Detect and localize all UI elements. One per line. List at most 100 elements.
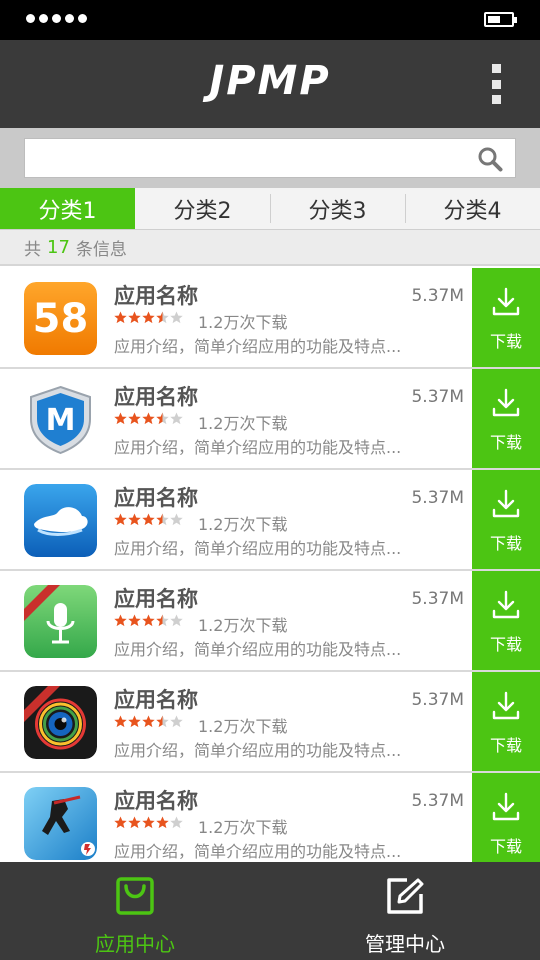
- download-count: 1.2万次下载: [198, 313, 288, 332]
- star-icon: [128, 614, 141, 627]
- star-icon: [114, 715, 127, 728]
- svg-text:58: 58: [33, 296, 89, 342]
- search-input[interactable]: [35, 139, 475, 177]
- nav-label: 应用中心: [95, 932, 175, 956]
- download-icon: [492, 388, 520, 417]
- list-item[interactable]: 应用名称 5.37M 1.2万次下载 应用介绍，简单介绍应用的功能及特点... …: [0, 773, 540, 874]
- star-icon: [142, 311, 155, 324]
- star-icon: [170, 715, 183, 728]
- app-description: 应用介绍，简单介绍应用的功能及特点...: [114, 337, 402, 356]
- app-size: 5.37M: [411, 589, 464, 609]
- download-icon: [492, 590, 520, 619]
- rating-stars: [114, 715, 183, 728]
- tab-category-2[interactable]: 分类2: [135, 188, 270, 229]
- list-item[interactable]: 应用名称 5.37M 1.2万次下载 应用介绍，简单介绍应用的功能及特点... …: [0, 571, 540, 672]
- download-label: 下载: [489, 433, 522, 452]
- app-description: 应用介绍，简单介绍应用的功能及特点...: [114, 640, 402, 659]
- star-icon: [142, 816, 155, 829]
- star-icon: [170, 412, 183, 425]
- download-button[interactable]: 下载: [472, 470, 540, 569]
- list-item[interactable]: M 应用名称 5.37M 1.2万次下载 应用介绍，简单介绍应用的功能及特点..…: [0, 369, 540, 470]
- nav-management-center[interactable]: 管理中心: [270, 862, 540, 960]
- star-icon: [156, 412, 169, 425]
- app-name: 应用名称: [114, 688, 198, 712]
- star-icon: [156, 311, 169, 324]
- app-microphone-icon: [24, 585, 97, 658]
- star-icon: [156, 816, 169, 829]
- download-button[interactable]: 下载: [472, 268, 540, 367]
- star-icon: [128, 311, 141, 324]
- app-description: 应用介绍，简单介绍应用的功能及特点...: [114, 539, 402, 558]
- app-size: 5.37M: [411, 690, 464, 710]
- download-button[interactable]: 下载: [472, 672, 540, 771]
- star-icon: [170, 614, 183, 627]
- app-header: JPMP: [0, 40, 540, 128]
- download-icon: [492, 287, 520, 316]
- download-icon: [492, 691, 520, 720]
- app-description: 应用介绍，简单介绍应用的功能及特点...: [114, 741, 402, 760]
- search-icon[interactable]: [477, 146, 503, 172]
- download-icon: [492, 792, 520, 821]
- app-size: 5.37M: [411, 286, 464, 306]
- star-icon: [142, 614, 155, 627]
- app-name: 应用名称: [114, 385, 198, 409]
- tab-category-3[interactable]: 分类3: [270, 188, 405, 229]
- nav-label: 管理中心: [365, 932, 445, 956]
- star-icon: [128, 715, 141, 728]
- app-shield-m-icon: M: [24, 383, 97, 456]
- star-icon: [170, 513, 183, 526]
- app-description: 应用介绍，简单介绍应用的功能及特点...: [114, 438, 402, 457]
- download-count: 1.2万次下载: [198, 818, 288, 837]
- tab-category-1[interactable]: 分类1: [0, 188, 135, 229]
- app-name: 应用名称: [114, 587, 198, 611]
- download-button[interactable]: 下载: [472, 571, 540, 670]
- star-icon: [128, 816, 141, 829]
- count-prefix: 共: [24, 239, 41, 260]
- rating-stars: [114, 816, 183, 829]
- app-size: 5.37M: [411, 488, 464, 508]
- tab-category-4[interactable]: 分类4: [405, 188, 540, 229]
- list-item[interactable]: 58 应用名称 5.37M 1.2万次下载 应用介绍，简单介绍应用的功能及特点.…: [0, 268, 540, 369]
- app-description: 应用介绍，简单介绍应用的功能及特点...: [114, 842, 402, 861]
- star-icon: [142, 412, 155, 425]
- app-list: 58 应用名称 5.37M 1.2万次下载 应用介绍，简单介绍应用的功能及特点.…: [0, 268, 540, 874]
- download-icon: [492, 489, 520, 518]
- rating-stars: [114, 513, 183, 526]
- signal-icon: [26, 14, 87, 23]
- list-item[interactable]: 应用名称 5.37M 1.2万次下载 应用介绍，简单介绍应用的功能及特点... …: [0, 470, 540, 571]
- download-count: 1.2万次下载: [198, 414, 288, 433]
- result-count: 共 17 条信息: [0, 230, 540, 266]
- download-button[interactable]: 下载: [472, 773, 540, 872]
- more-dot-icon: [491, 64, 501, 73]
- download-count: 1.2万次下载: [198, 717, 288, 736]
- battery-icon: [484, 12, 517, 27]
- download-label: 下载: [489, 837, 522, 856]
- more-menu-button[interactable]: [490, 64, 502, 104]
- star-icon: [142, 715, 155, 728]
- more-dot-icon: [491, 79, 501, 89]
- download-label: 下载: [489, 534, 522, 553]
- star-icon: [142, 513, 155, 526]
- download-label: 下载: [489, 736, 522, 755]
- app-name: 应用名称: [114, 789, 198, 813]
- star-icon: [128, 513, 141, 526]
- search-box: [24, 138, 516, 178]
- list-item[interactable]: 应用名称 5.37M 1.2万次下载 应用介绍，简单介绍应用的功能及特点... …: [0, 672, 540, 773]
- app-ninja-icon: [24, 787, 97, 860]
- nav-app-center[interactable]: 应用中心: [0, 862, 270, 960]
- download-count: 1.2万次下载: [198, 515, 288, 534]
- category-tabs: 分类1 分类2 分类3 分类4: [0, 188, 540, 230]
- star-icon: [114, 816, 127, 829]
- star-icon: [114, 311, 127, 324]
- app-camera-icon: [24, 686, 97, 759]
- star-icon: [128, 412, 141, 425]
- app-logo: JPMP: [209, 58, 331, 104]
- app-name: 应用名称: [114, 284, 198, 308]
- app-name: 应用名称: [114, 486, 198, 510]
- star-icon: [156, 715, 169, 728]
- status-bar: [0, 0, 540, 40]
- download-button[interactable]: 下载: [472, 369, 540, 468]
- star-icon: [114, 412, 127, 425]
- svg-text:M: M: [46, 403, 76, 438]
- search-bar: [0, 128, 540, 188]
